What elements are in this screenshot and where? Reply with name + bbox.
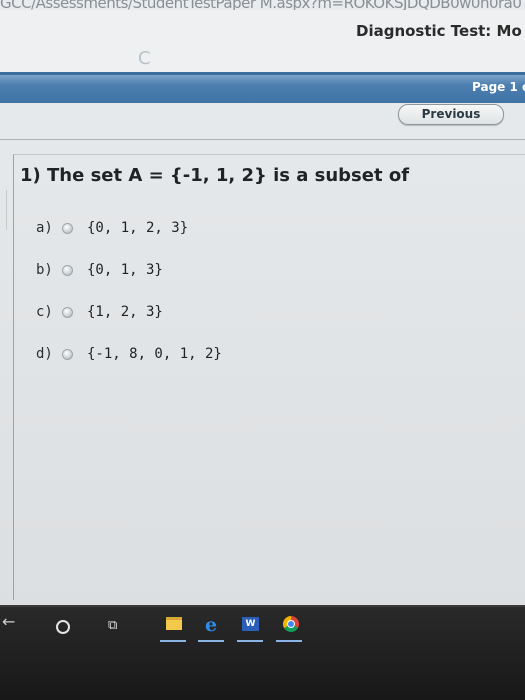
test-title: Diagnostic Test: Mo (356, 22, 522, 40)
radio-button-a[interactable] (62, 222, 73, 234)
question-text: 1) The set A = {-1, 1, 2} is a subset of (20, 165, 410, 186)
answer-text: {1, 2, 3} (87, 304, 163, 320)
answer-letter: d) (36, 346, 53, 362)
answer-text: {-1, 8, 0, 1, 2} (87, 346, 222, 362)
reload-icon[interactable]: C (138, 48, 151, 69)
taskbar (0, 605, 525, 700)
browser-viewport: GCC/Assessments/StudentTestPaper M.aspx?… (0, 0, 525, 605)
panel-edge (0, 190, 7, 230)
answer-option-d[interactable]: d) {-1, 8, 0, 1, 2} (36, 343, 222, 365)
answer-letter: c) (36, 304, 53, 320)
active-indicator (237, 640, 263, 642)
answer-option-c[interactable]: c) {1, 2, 3} (36, 301, 163, 323)
file-explorer-icon[interactable] (166, 617, 182, 630)
taskbar-edge (0, 605, 525, 607)
radio-button-d[interactable] (62, 348, 73, 360)
answer-text: {0, 1, 3} (87, 262, 163, 278)
active-indicator (160, 640, 186, 642)
active-indicator (198, 640, 224, 642)
question-panel: 1) The set A = {-1, 1, 2} is a subset of… (13, 154, 525, 600)
chrome-icon[interactable] (283, 616, 299, 632)
page-indicator: Page 1 c (472, 80, 525, 94)
answer-option-a[interactable]: a) {0, 1, 2, 3} (36, 217, 188, 239)
edge-icon[interactable]: e (205, 614, 217, 636)
word-icon[interactable]: W (242, 617, 259, 631)
cortana-icon[interactable] (56, 620, 70, 634)
answer-option-b[interactable]: b) {0, 1, 3} (36, 259, 163, 281)
navigation-bar (0, 75, 525, 103)
task-view-icon[interactable]: ⧉ (108, 618, 117, 633)
active-indicator (276, 640, 302, 642)
divider (0, 139, 525, 140)
radio-button-c[interactable] (62, 306, 73, 318)
radio-button-b[interactable] (62, 264, 73, 276)
answer-text: {0, 1, 2, 3} (87, 220, 189, 236)
app-header: C (0, 10, 525, 72)
answer-letter: b) (36, 262, 53, 278)
back-arrow-icon[interactable]: ← (2, 612, 15, 631)
answer-letter: a) (36, 220, 53, 236)
previous-button[interactable]: Previous (398, 104, 504, 125)
